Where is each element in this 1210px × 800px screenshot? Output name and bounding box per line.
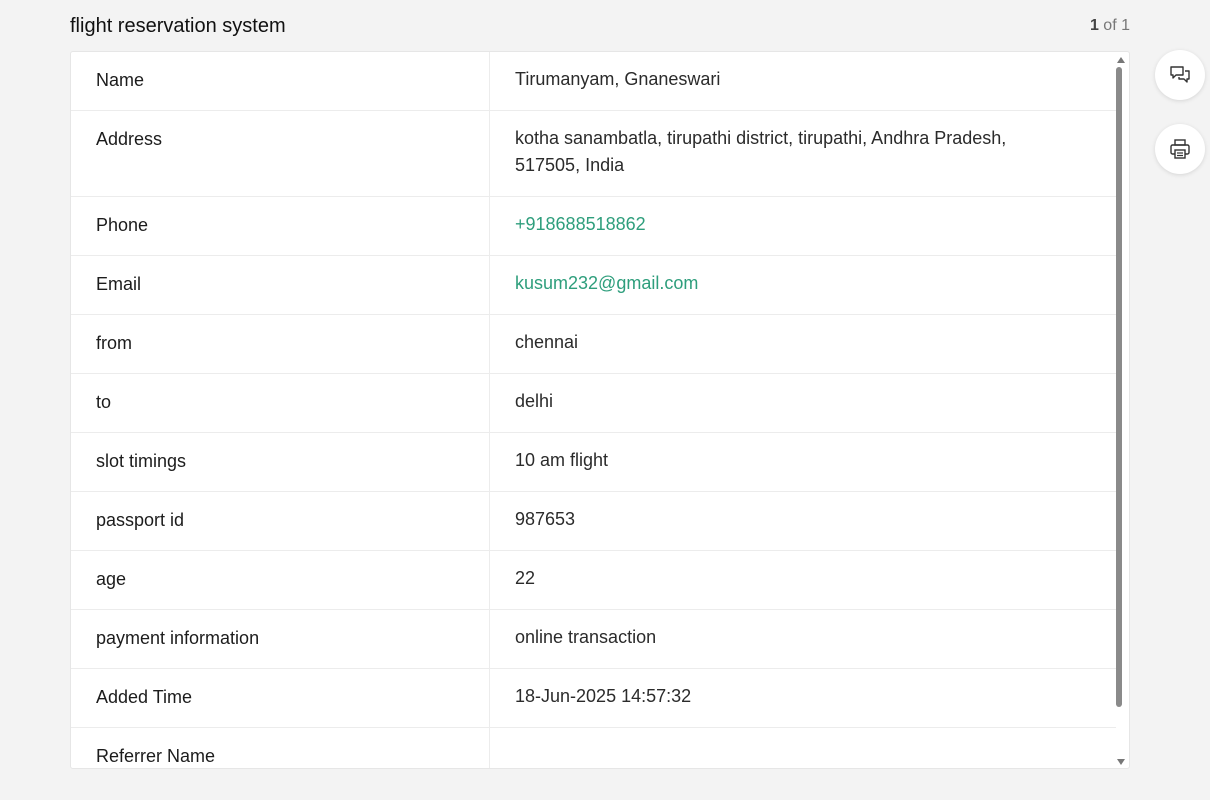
pager-current: 1	[1089, 17, 1099, 34]
record-row-payment-information: payment information online transaction	[71, 610, 1116, 669]
field-value: chennai	[515, 332, 579, 352]
print-icon	[1170, 139, 1190, 159]
field-label: age	[71, 551, 490, 609]
record-row-name: Name Tirumanyam, Gnaneswari	[71, 52, 1116, 111]
record-rows: Name Tirumanyam, Gnaneswari Address koth…	[71, 52, 1116, 768]
pager-total: of 1	[1098, 17, 1130, 34]
record-row-to: to delhi	[71, 374, 1116, 433]
scroll-up-arrow-icon[interactable]	[1117, 57, 1125, 63]
vertical-scrollbar[interactable]	[1115, 52, 1127, 768]
scrollbar-thumb[interactable]	[1116, 67, 1122, 707]
record-row-passport-id: passport id 987653	[71, 492, 1116, 551]
print-button[interactable]	[1155, 124, 1205, 174]
record-row-slot-timings: slot timings 10 am flight	[71, 433, 1116, 492]
field-label: Referrer Name	[71, 728, 490, 768]
field-value: kotha sanambatla, tirupathi district, ti…	[515, 128, 1007, 175]
record-row-phone: Phone +918688518862	[71, 197, 1116, 256]
field-label: Email	[71, 256, 490, 314]
field-value	[490, 725, 1116, 768]
field-label: Name	[71, 52, 490, 110]
phone-link[interactable]: +918688518862	[490, 194, 1116, 255]
field-label: payment information	[71, 610, 490, 668]
field-value: 987653	[515, 509, 576, 529]
field-label: Address	[71, 111, 490, 196]
page-title: flight reservation system	[70, 15, 286, 37]
comment-icon	[1170, 66, 1190, 83]
record-view-page: flight reservation system 1 of 1 Name Ti…	[0, 0, 1210, 800]
field-value: 18-Jun-2025 14:57:32	[515, 686, 692, 706]
record-row-referrer-name: Referrer Name	[71, 725, 1116, 768]
field-label: slot timings	[71, 433, 490, 491]
record-row-email: Email kusum232@gmail.com	[71, 256, 1116, 315]
field-value: Tirumanyam, Gnaneswari	[515, 69, 721, 89]
record-row-address: Address kotha sanambatla, tirupathi dist…	[71, 111, 1116, 197]
record-row-added-time: Added Time 18-Jun-2025 14:57:32	[71, 669, 1116, 728]
email-link[interactable]: kusum232@gmail.com	[490, 253, 1116, 314]
record-details-panel: Name Tirumanyam, Gnaneswari Address koth…	[70, 51, 1130, 769]
record-pager: 1 of 1	[1090, 12, 1130, 40]
field-value: online transaction	[515, 627, 657, 647]
field-value: 22	[515, 568, 536, 588]
field-label: passport id	[71, 492, 490, 550]
field-label: Added Time	[71, 669, 490, 727]
record-row-from: from chennai	[71, 315, 1116, 374]
comment-button[interactable]	[1155, 50, 1205, 100]
field-label: from	[71, 315, 490, 373]
field-value: delhi	[515, 391, 554, 411]
field-label: to	[71, 374, 490, 432]
record-row-age: age 22	[71, 551, 1116, 610]
field-value: 10 am flight	[515, 450, 609, 470]
field-label: Phone	[71, 197, 490, 255]
scroll-down-arrow-icon[interactable]	[1117, 759, 1125, 765]
header: flight reservation system 1 of 1	[70, 12, 1130, 40]
